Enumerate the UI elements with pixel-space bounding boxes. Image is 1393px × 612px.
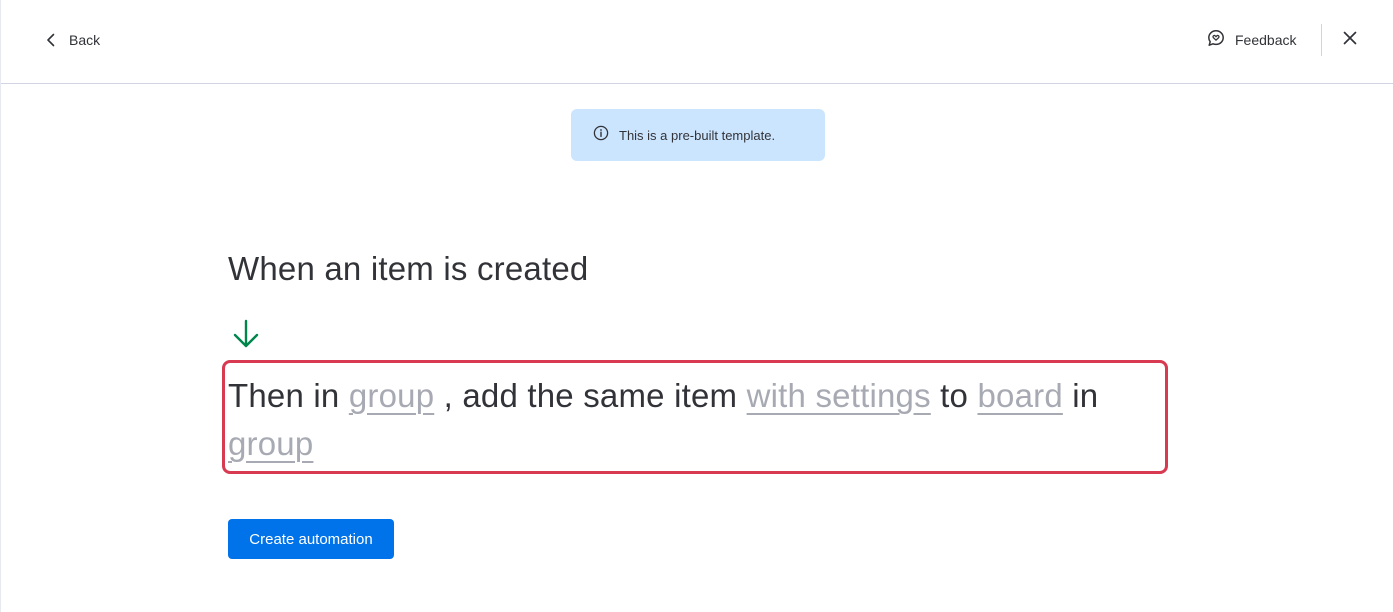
feedback-label: Feedback xyxy=(1235,32,1297,48)
back-button[interactable]: Back xyxy=(37,24,106,56)
close-button[interactable] xyxy=(1334,24,1366,56)
info-icon xyxy=(593,125,609,146)
close-icon xyxy=(1342,30,1358,51)
action-text-add-same-item: , add the same item xyxy=(434,377,747,414)
create-automation-button[interactable]: Create automation xyxy=(228,519,394,559)
back-label: Back xyxy=(69,32,101,48)
action-text-then-in: Then in xyxy=(228,377,349,414)
banner-text: This is a pre-built template. xyxy=(619,127,776,143)
target-group-field[interactable]: group xyxy=(228,425,313,462)
feedback-chat-icon xyxy=(1207,29,1225,52)
chevron-left-icon xyxy=(43,32,59,48)
action-sentence: Then in group , add the same item with s… xyxy=(228,372,1163,468)
feedback-button[interactable]: Feedback xyxy=(1201,24,1302,56)
automation-template-page: Back Feedback This is a pre-built templa… xyxy=(0,0,1393,612)
action-text-in: in xyxy=(1062,377,1099,414)
board-field[interactable]: board xyxy=(977,377,1062,414)
settings-field[interactable]: with settings xyxy=(747,377,931,414)
trigger-sentence: When an item is created xyxy=(228,250,589,287)
action-text-to: to xyxy=(930,377,978,414)
header: Back Feedback xyxy=(1,0,1393,84)
header-divider xyxy=(1321,24,1322,56)
info-banner: This is a pre-built template. xyxy=(571,109,825,161)
group-field[interactable]: group xyxy=(349,377,434,414)
arrow-down-icon xyxy=(231,318,261,350)
